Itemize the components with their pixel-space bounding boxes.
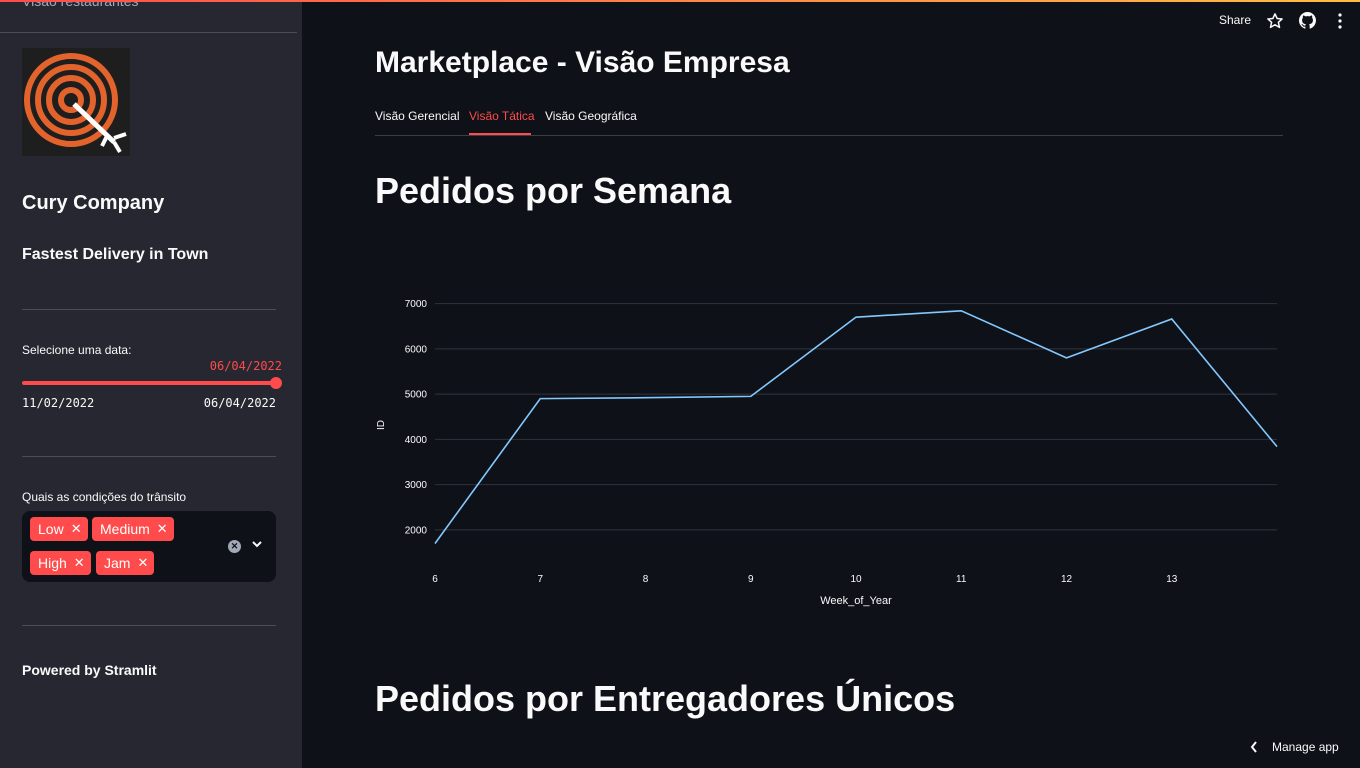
- tag-jam[interactable]: Jam ✕: [96, 551, 155, 575]
- share-button[interactable]: Share: [1219, 13, 1251, 27]
- y-tick-label: 2000: [405, 525, 428, 536]
- tag-label: Jam: [104, 555, 131, 571]
- tab-visao-gerencial[interactable]: Visão Gerencial: [375, 109, 460, 123]
- company-tagline: Fastest Delivery in Town: [22, 246, 209, 263]
- powered-by-text: Powered by Stramlit: [22, 662, 157, 678]
- active-tab-indicator: [469, 133, 531, 135]
- x-tick-label: 11: [956, 574, 967, 585]
- x-axis-label: Week_of_Year: [820, 595, 892, 607]
- divider: [22, 625, 276, 626]
- date-slider-track[interactable]: [22, 381, 276, 385]
- section-heading-weekly-orders: Pedidos por Semana: [375, 170, 732, 211]
- tab-bar: Visão Gerencial Visão Tática Visão Geogr…: [375, 106, 1283, 136]
- date-slider-min: 11/02/2022: [22, 396, 95, 410]
- y-tick-label: 7000: [405, 299, 428, 310]
- clear-all-icon[interactable]: ✕: [228, 540, 241, 553]
- x-tick-label: 7: [537, 574, 543, 585]
- x-tick-label: 8: [643, 574, 649, 585]
- y-tick-label: 4000: [405, 435, 428, 446]
- x-tick-label: 9: [748, 574, 754, 585]
- x-tick-label: 6: [432, 574, 438, 585]
- y-tick-label: 5000: [405, 390, 428, 401]
- tag-label: Medium: [100, 521, 150, 537]
- tag-label: Low: [38, 521, 64, 537]
- x-tick-label: 10: [850, 574, 862, 585]
- traffic-multiselect[interactable]: Low ✕ Medium ✕ High ✕ Jam ✕ ✕: [22, 511, 276, 582]
- date-slider-thumb[interactable]: [270, 377, 282, 389]
- tab-visao-geografica[interactable]: Visão Geográfica: [545, 109, 637, 123]
- divider: [22, 456, 276, 457]
- chevron-left-icon: [1250, 741, 1257, 753]
- top-accent-bar: [0, 0, 1360, 2]
- sidebar: Visão restaurantes Cury Company Fastest …: [0, 0, 302, 768]
- date-slider-max: 06/04/2022: [203, 396, 276, 410]
- more-menu-icon[interactable]: [1336, 12, 1344, 30]
- chevron-down-icon[interactable]: [251, 537, 263, 551]
- y-tick-label: 6000: [405, 344, 428, 355]
- github-icon[interactable]: [1299, 12, 1316, 29]
- manage-app-label: Manage app: [1272, 740, 1339, 754]
- company-logo: [22, 48, 130, 156]
- orders-per-week-chart[interactable]: 2000 3000 4000 5000 6000 7000 6 7 8 9 10 11 12 13 We…: [372, 270, 1284, 615]
- y-tick-label: 3000: [405, 480, 428, 491]
- remove-tag-icon[interactable]: ✕: [74, 555, 85, 571]
- remove-tag-icon[interactable]: ✕: [71, 521, 82, 537]
- traffic-select-label: Quais as condições do trânsito: [22, 490, 187, 504]
- star-icon[interactable]: [1266, 12, 1284, 30]
- series-line: [434, 310, 1278, 544]
- remove-tag-icon[interactable]: ✕: [157, 521, 168, 537]
- date-slider-value: 06/04/2022: [209, 359, 282, 373]
- x-tick-label: 13: [1166, 574, 1178, 585]
- divider: [0, 32, 297, 33]
- manage-app-button[interactable]: Manage app: [1250, 740, 1339, 754]
- remove-tag-icon[interactable]: ✕: [137, 555, 148, 571]
- y-axis-label: ID: [376, 420, 387, 430]
- divider: [22, 309, 276, 310]
- tag-label: High: [38, 555, 67, 571]
- page-title: Marketplace - Visão Empresa: [375, 46, 790, 79]
- company-name: Cury Company: [22, 192, 165, 214]
- section-heading-unique-couriers: Pedidos por Entregadores Únicos: [375, 678, 956, 719]
- tag-low[interactable]: Low ✕: [30, 517, 88, 541]
- tab-visao-tatica[interactable]: Visão Tática: [469, 109, 535, 123]
- date-slider-label: Selecione uma data:: [22, 343, 132, 357]
- tag-high[interactable]: High ✕: [30, 551, 91, 575]
- tag-medium[interactable]: Medium ✕: [92, 517, 174, 541]
- x-tick-label: 12: [1061, 574, 1073, 585]
